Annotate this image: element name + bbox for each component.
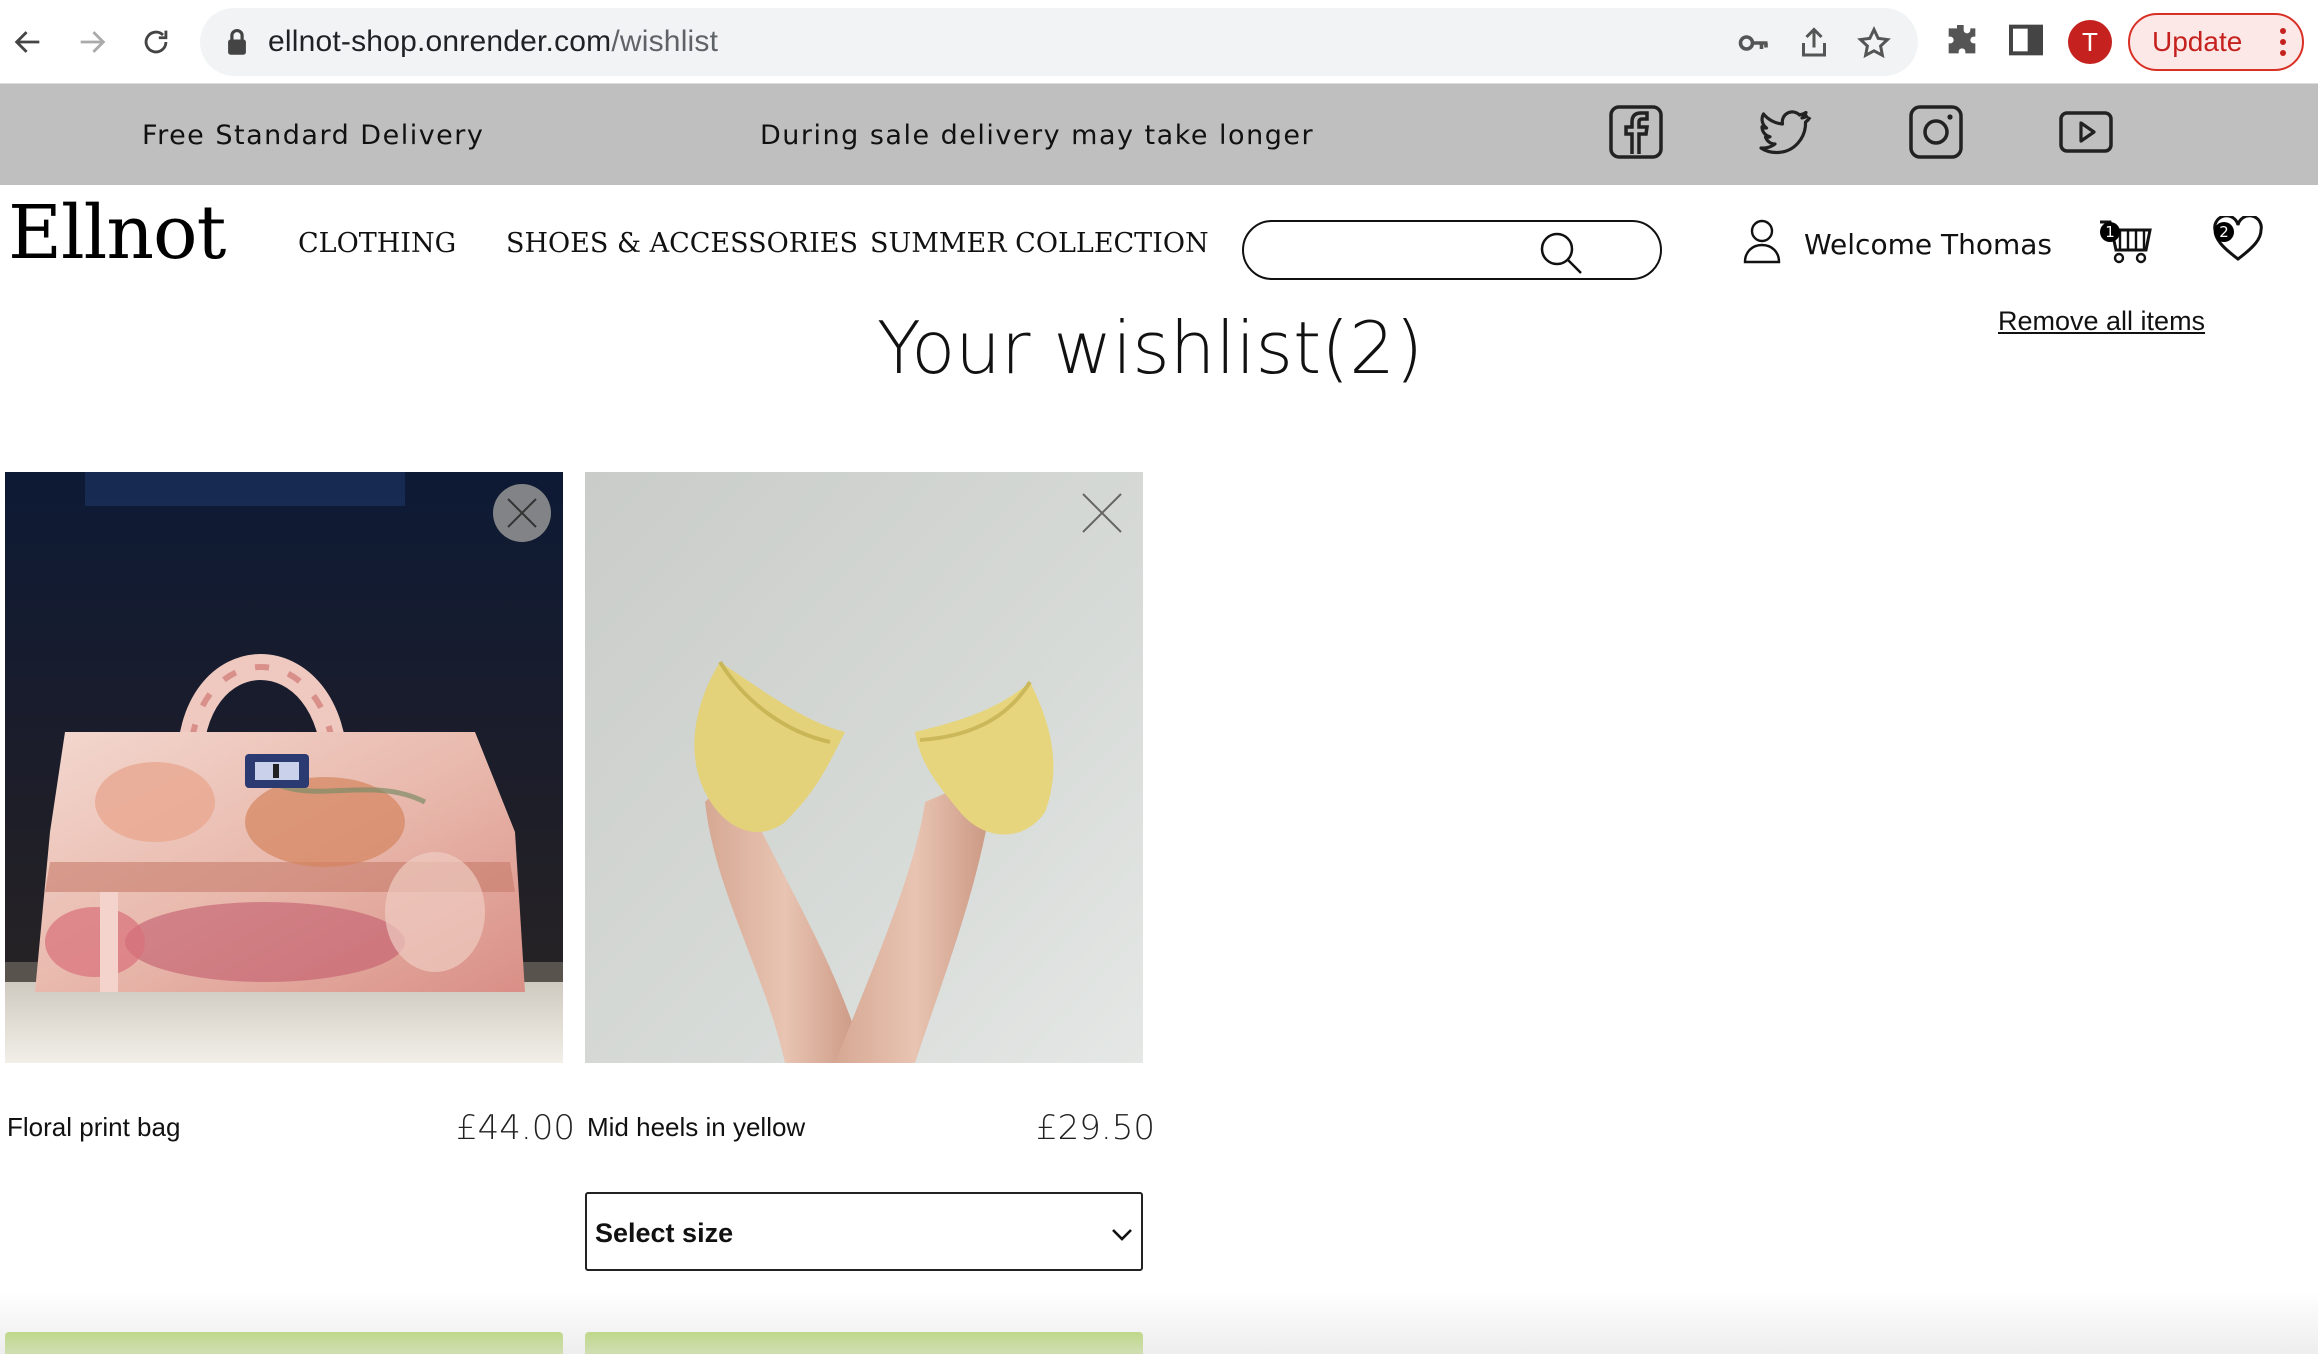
promo-bar: Free Standard Delivery During sale deliv… — [0, 84, 2318, 185]
key-icon[interactable] — [1736, 25, 1772, 61]
page-title: Your wishlist(2) — [876, 306, 1424, 390]
wishlist-count-badge: 2 — [2214, 222, 2234, 242]
side-panel-icon[interactable] — [2006, 20, 2046, 60]
close-icon[interactable] — [1073, 484, 1131, 542]
site-logo[interactable]: Ellnot — [8, 190, 226, 276]
forward-button[interactable] — [64, 14, 120, 70]
size-select[interactable]: Select size — [585, 1192, 1143, 1271]
nav-shoes-accessories[interactable]: SHOES & ACCESSORIES — [506, 228, 858, 259]
extensions-icon[interactable] — [1942, 20, 1982, 60]
instagram-icon[interactable] — [1908, 104, 1964, 160]
add-to-bag-button[interactable] — [5, 1332, 563, 1354]
size-select-label: Select size — [595, 1218, 734, 1248]
nav-clothing[interactable]: CLOTHING — [298, 228, 456, 259]
product-image[interactable] — [585, 472, 1143, 1063]
url-text: ellnot-shop.onrender.com/wishlist — [268, 25, 719, 58]
cart-count-badge: 1 — [2100, 222, 2120, 242]
add-to-bag-button[interactable] — [585, 1332, 1143, 1354]
share-icon[interactable] — [1796, 25, 1832, 61]
more-icon — [2280, 28, 2286, 56]
youtube-icon[interactable] — [2058, 104, 2114, 160]
back-icon — [14, 31, 40, 53]
welcome-text: Welcome Thomas — [1804, 228, 2052, 261]
facebook-icon[interactable] — [1608, 104, 1664, 160]
chevron-down-icon — [1112, 1229, 1132, 1241]
close-icon[interactable] — [493, 484, 551, 542]
update-button[interactable]: Update — [2128, 13, 2304, 71]
product-price: £29.50 — [1036, 1108, 1155, 1148]
bag-photo — [5, 472, 563, 1063]
shoes-photo — [585, 472, 1143, 1063]
address-bar[interactable]: ellnot-shop.onrender.com/wishlist — [200, 8, 1918, 76]
reload-button[interactable] — [128, 14, 184, 70]
promo-delivery-text: Free Standard Delivery — [142, 120, 485, 151]
remove-all-link[interactable]: Remove all items — [1998, 306, 2205, 337]
forward-icon — [80, 31, 106, 53]
nav-summer-collection[interactable]: SUMMER COLLECTION — [870, 228, 1209, 259]
promo-sale-text: During sale delivery may take longer — [760, 120, 1315, 151]
search-input[interactable] — [1242, 220, 1662, 280]
search-icon[interactable] — [1538, 230, 1584, 276]
reload-icon — [144, 30, 168, 54]
product-image[interactable] — [5, 472, 563, 1063]
product-name[interactable]: Mid heels in yellow — [587, 1112, 805, 1143]
profile-avatar[interactable]: T — [2068, 20, 2112, 64]
browser-toolbar: ellnot-shop.onrender.com/wishlist T Upda… — [0, 0, 2318, 84]
product-name[interactable]: Floral print bag — [7, 1112, 180, 1143]
twitter-icon[interactable] — [1758, 104, 1814, 160]
product-price: £44.00 — [456, 1108, 575, 1148]
lock-icon — [228, 29, 246, 55]
star-icon[interactable] — [1856, 25, 1892, 61]
user-icon[interactable] — [1742, 218, 1782, 264]
back-button[interactable] — [0, 14, 56, 70]
update-label: Update — [2152, 26, 2243, 57]
